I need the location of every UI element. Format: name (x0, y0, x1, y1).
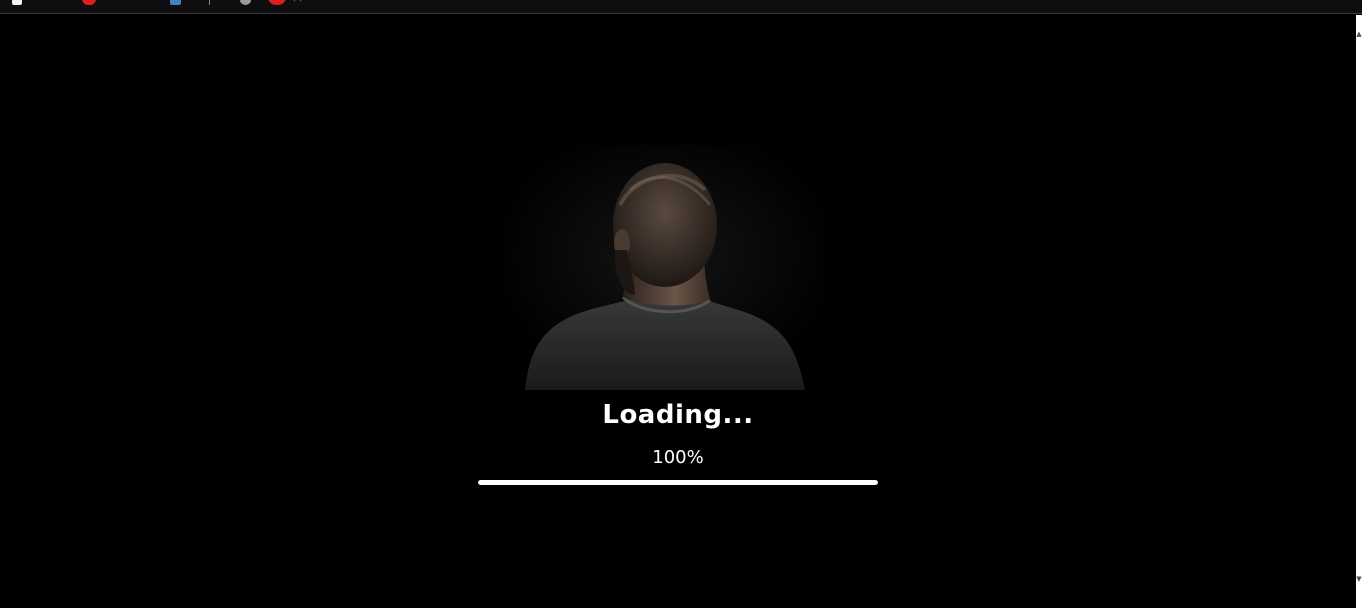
user-icon[interactable] (170, 0, 181, 5)
document-icon[interactable] (12, 0, 22, 5)
loading-label: Loading... (602, 400, 754, 430)
vertical-scrollbar[interactable] (1356, 15, 1362, 608)
youtube-icon[interactable] (268, 0, 286, 5)
loading-progress-bar (478, 480, 878, 485)
youtube-icon[interactable] (82, 0, 96, 5)
bookmarks-bar: ( ) (0, 0, 1362, 14)
google-icon[interactable] (240, 0, 251, 5)
loading-progress-fill (478, 480, 878, 485)
scroll-up-icon[interactable]: ▲ (1356, 30, 1362, 38)
loading-screen: Loading... 100% (0, 15, 1356, 608)
man-back-portrait-image (505, 145, 825, 390)
scroll-down-icon[interactable]: ▼ (1356, 575, 1362, 583)
bookmark-label[interactable]: ( ) (292, 0, 322, 3)
bookmarks-separator (209, 0, 210, 5)
loading-percent: 100% (652, 447, 704, 468)
